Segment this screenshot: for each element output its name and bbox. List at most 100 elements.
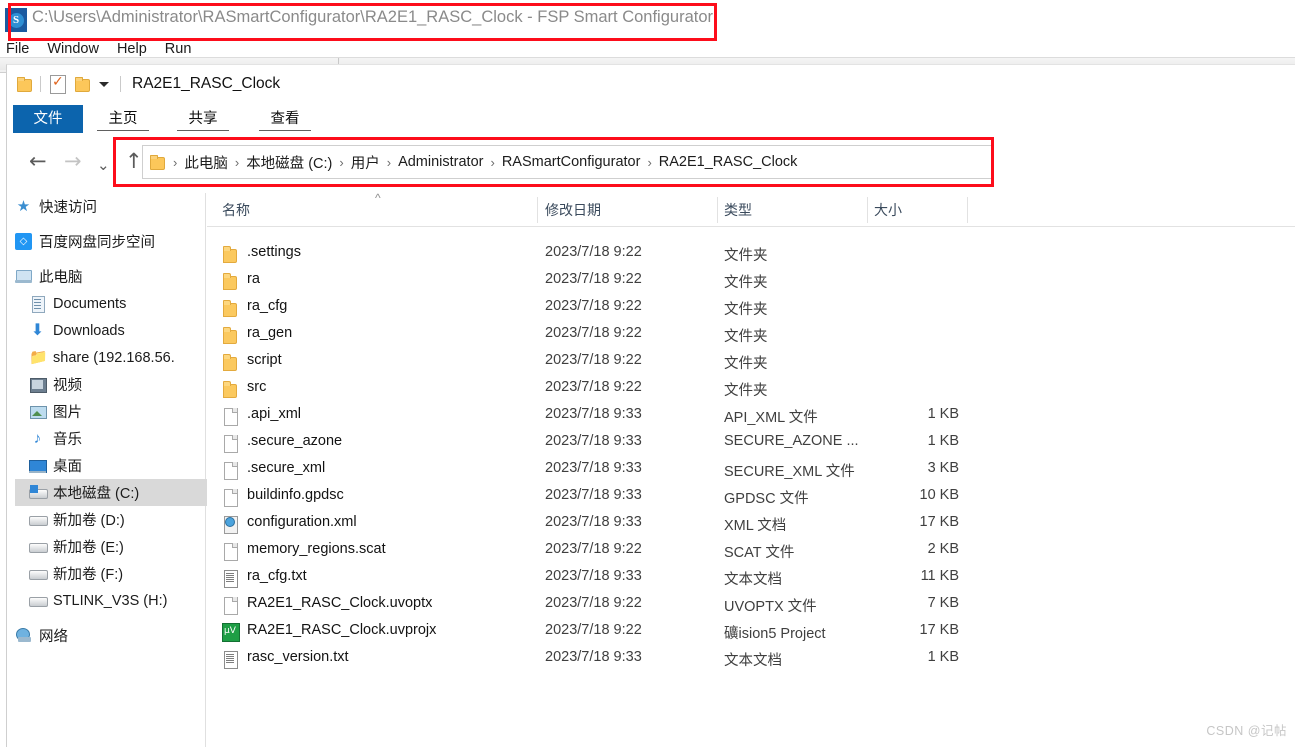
file-type: 文件夹: [724, 248, 768, 264]
file-row[interactable]: .api_xml 2023/7/18 9:33 API_XML 文件 1 KB: [207, 402, 1295, 429]
sidebar-item[interactable]: ◇ 百度网盘同步空间: [7, 228, 205, 255]
sidebar-item[interactable]: ⬇ Downloads: [7, 317, 205, 344]
local-disk-c-icon: [29, 484, 48, 501]
sidebar-item[interactable]: 新加卷 (D:): [7, 506, 205, 533]
file-name: ra_cfg.txt: [247, 568, 307, 584]
toolbar-divider: [40, 76, 41, 92]
file-row[interactable]: src 2023/7/18 9:22 文件夹: [207, 375, 1295, 402]
quick-access-star-icon: ★: [16, 198, 31, 215]
file-type: 文件夹: [724, 302, 768, 318]
file-name: .api_xml: [247, 406, 301, 422]
sidebar-item[interactable]: ★ 快速访问: [7, 193, 205, 220]
file-row[interactable]: ra_cfg 2023/7/18 9:22 文件夹: [207, 294, 1295, 321]
file-row[interactable]: .secure_azone 2023/7/18 9:33 SECURE_AZONE …: [207, 429, 1295, 456]
file-row[interactable]: buildinfo.gpdsc 2023/7/18 9:33 GPDSC 文件 10 …: [207, 483, 1295, 510]
file-size: 17 KB: [919, 622, 960, 638]
column-header-date[interactable]: 修改日期: [545, 200, 601, 220]
sidebar-item[interactable]: 桌面: [7, 452, 205, 479]
ribbon-tab-bar: 文件 主页 共享 查看: [7, 105, 1295, 135]
sidebar-item[interactable]: 图片: [7, 398, 205, 425]
file-row[interactable]: .settings 2023/7/18 9:22 文件夹: [207, 240, 1295, 267]
file-row[interactable]: rasc_version.txt 2023/7/18 9:33 文本文档 1 KB: [207, 645, 1295, 672]
file-size: 10 KB: [919, 487, 960, 503]
tab-home[interactable]: 主页: [97, 105, 149, 133]
breadcrumb-current-folder[interactable]: RA2E1_RASC_Clock: [659, 154, 798, 170]
column-divider[interactable]: [967, 197, 968, 223]
chevron-down-icon[interactable]: [99, 81, 109, 87]
arrow-up-icon[interactable]: ↑: [125, 149, 143, 173]
file-name: ra_gen: [247, 325, 293, 341]
breadcrumb-this-pc[interactable]: 此电脑: [184, 152, 228, 173]
file-row[interactable]: configuration.xml 2023/7/18 9:33 XML 文档 17 …: [207, 510, 1295, 537]
column-header-type[interactable]: 类型: [724, 200, 752, 220]
file-name: ra_cfg: [247, 298, 288, 314]
sidebar-item-label: STLINK_V3S (H:): [53, 592, 168, 609]
file-name: .secure_xml: [247, 460, 326, 476]
sidebar-item[interactable]: 📁 share (192.168.56.: [7, 344, 205, 371]
sidebar-item[interactable]: 视频: [7, 371, 205, 398]
tab-view[interactable]: 查看: [259, 105, 311, 133]
tab-share[interactable]: 共享: [177, 105, 229, 133]
sidebar-item[interactable]: 本地磁盘 (C:): [15, 479, 224, 506]
file-name: RA2E1_RASC_Clock.uvprojx: [247, 622, 437, 638]
breadcrumb-administrator[interactable]: Administrator: [398, 154, 483, 170]
tab-view-underline: [259, 130, 311, 131]
menu-item-window[interactable]: Window: [47, 41, 99, 57]
column-header-size[interactable]: 大小: [874, 200, 902, 220]
sidebar-item[interactable]: ♪ 音乐: [7, 425, 205, 452]
sidebar-item[interactable]: STLINK_V3S (H:): [7, 587, 205, 614]
arrow-left-icon[interactable]: ←: [29, 149, 47, 173]
sidebar-item[interactable]: 新加卷 (E:): [7, 533, 205, 560]
breadcrumb-separator: ›: [173, 154, 178, 170]
menu-item-help[interactable]: Help: [117, 41, 147, 57]
navigation-sidebar: ★ 快速访问 ◇ 百度网盘同步空间此电脑 Documents ⬇ Downloads 📁 sha…: [7, 193, 224, 747]
file-name: RA2E1_RASC_Clock.uvoptx: [247, 595, 433, 611]
column-header-name[interactable]: 名称: [222, 200, 250, 220]
app-title-bar: S C:\Users\Administrator\RASmartConfigur…: [0, 0, 1295, 40]
folder-icon[interactable]: [17, 77, 32, 92]
sidebar-item[interactable]: 网络: [7, 622, 205, 649]
properties-checklist-icon[interactable]: [50, 73, 66, 94]
folder-icon: [222, 326, 238, 344]
column-divider[interactable]: [717, 197, 718, 223]
file-row[interactable]: .secure_xml 2023/7/18 9:33 SECURE_XML 文件 3 …: [207, 456, 1295, 483]
tab-file[interactable]: 文件: [13, 105, 83, 133]
file-row[interactable]: script 2023/7/18 9:22 文件夹: [207, 348, 1295, 375]
sidebar-item[interactable]: 此电脑: [7, 263, 205, 290]
file-modified-date: 2023/7/18 9:22: [545, 622, 642, 638]
chevron-down-icon[interactable]: ⌄: [97, 153, 110, 177]
file-modified-date: 2023/7/18 9:22: [545, 595, 642, 611]
blank-file-icon: [222, 461, 238, 480]
drive-icon: [29, 538, 48, 555]
file-size: 1 KB: [927, 406, 959, 422]
menu-item-run[interactable]: Run: [165, 41, 192, 57]
file-size: 7 KB: [927, 595, 959, 611]
breadcrumb-local-disk[interactable]: 本地磁盘 (C:): [246, 152, 332, 173]
file-row[interactable]: RA2E1_RASC_Clock.uvoptx 2023/7/18 9:22 UVO…: [207, 591, 1295, 618]
file-modified-date: 2023/7/18 9:33: [545, 487, 642, 503]
column-divider[interactable]: [537, 197, 538, 223]
file-size: 1 KB: [927, 649, 959, 665]
file-row[interactable]: ra 2023/7/18 9:22 文件夹: [207, 267, 1295, 294]
file-type: 文本文档: [724, 653, 782, 669]
file-row[interactable]: ra_gen 2023/7/18 9:22 文件夹: [207, 321, 1295, 348]
drive-icon: [29, 592, 48, 609]
arrow-right-icon[interactable]: →: [64, 149, 82, 173]
breadcrumb-rasmartconfigurator[interactable]: RASmartConfigurator: [502, 154, 641, 170]
file-row[interactable]: RA2E1_RASC_Clock.uvprojx2023/7/18 9:22礦i…: [207, 618, 1295, 645]
new-folder-icon[interactable]: [75, 77, 90, 92]
address-breadcrumb-bar[interactable]: › 此电脑 › 本地磁盘 (C:) › 用户 › Administrator ›…: [142, 145, 994, 179]
column-divider[interactable]: [867, 197, 868, 223]
menu-item-file[interactable]: File: [6, 41, 29, 57]
breadcrumb-separator: ›: [647, 154, 652, 170]
sidebar-item[interactable]: 新加卷 (F:): [7, 560, 205, 587]
breadcrumb-separator: ›: [490, 154, 495, 170]
file-modified-date: 2023/7/18 9:33: [545, 460, 642, 476]
text-file-icon: [222, 569, 238, 588]
breadcrumb-users[interactable]: 用户: [351, 152, 380, 173]
file-row[interactable]: ra_cfg.txt 2023/7/18 9:33 文本文档 11 KB: [207, 564, 1295, 591]
sidebar-item[interactable]: Documents: [7, 290, 205, 317]
file-row[interactable]: memory_regions.scat 2023/7/18 9:22 SCAT 文件…: [207, 537, 1295, 564]
file-modified-date: 2023/7/18 9:33: [545, 568, 642, 584]
sidebar-item-label: 此电脑: [39, 270, 83, 286]
